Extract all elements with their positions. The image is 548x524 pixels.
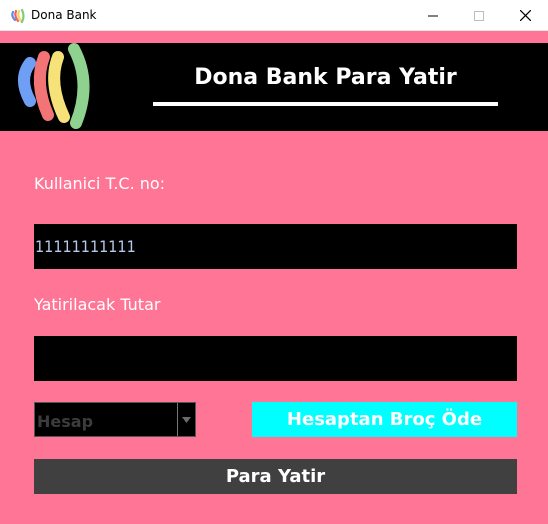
dropdown-arrow-button[interactable] [177, 403, 195, 436]
pay-debt-button[interactable]: Hesaptan Broç Öde [252, 402, 517, 437]
minimize-button[interactable] [410, 0, 456, 31]
chevron-down-icon [182, 416, 191, 423]
deposit-button[interactable]: Para Yatir [34, 459, 517, 494]
amount-input[interactable] [34, 336, 517, 381]
close-button[interactable] [502, 0, 548, 31]
window-body: Dona Bank Para Yatir Kullanici T.C. no: … [0, 31, 548, 524]
maximize-button[interactable] [456, 0, 502, 31]
title-bar: Dona Bank [0, 0, 548, 31]
account-select[interactable]: Hesap [34, 402, 196, 437]
title-underline [153, 102, 498, 106]
header-banner: Dona Bank Para Yatir [0, 43, 548, 131]
dona-bank-logo-icon [18, 43, 90, 129]
tc-input[interactable] [34, 224, 517, 269]
minimize-icon [428, 15, 438, 16]
page-title: Dona Bank Para Yatir [194, 65, 457, 90]
dona-bank-logo-icon [11, 8, 25, 24]
close-icon [519, 10, 531, 21]
tc-label: Kullanici T.C. no: [34, 174, 166, 193]
account-select-value: Hesap [37, 412, 94, 431]
maximize-icon [474, 10, 484, 21]
amount-label: Yatirilacak Tutar [34, 295, 161, 314]
window-title: Dona Bank [31, 8, 97, 22]
